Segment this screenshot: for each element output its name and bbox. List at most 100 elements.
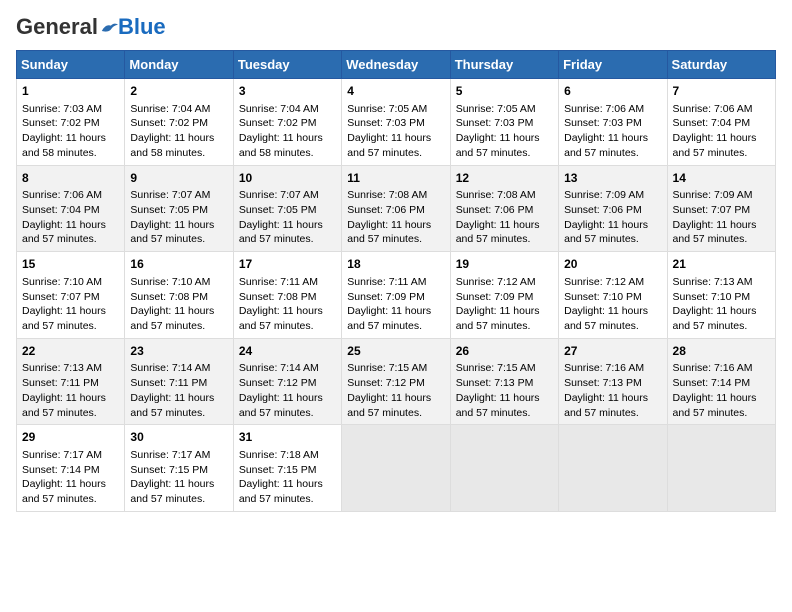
calendar-cell: 30 Sunrise: 7:17 AMSunset: 7:15 PMDayligh… <box>125 425 233 512</box>
cell-info: Sunrise: 7:16 AMSunset: 7:14 PMDaylight:… <box>673 362 757 418</box>
cell-info: Sunrise: 7:17 AMSunset: 7:15 PMDaylight:… <box>130 449 214 505</box>
logo-general: General <box>16 16 98 38</box>
calendar-cell: 16Sunrise: 7:10 AMSunset: 7:08 PMDayligh… <box>125 252 233 339</box>
cell-info: Sunrise: 7:04 AMSunset: 7:02 PMDaylight:… <box>130 103 214 159</box>
calendar-table: SundayMondayTuesdayWednesdayThursdayFrid… <box>16 50 776 512</box>
calendar-cell: 26Sunrise: 7:15 AMSunset: 7:13 PMDayligh… <box>450 338 558 425</box>
cell-info: Sunrise: 7:07 AMSunset: 7:05 PMDaylight:… <box>130 189 214 245</box>
calendar-cell <box>342 425 450 512</box>
day-number: 13 <box>564 170 661 187</box>
cell-info: Sunrise: 7:09 AMSunset: 7:06 PMDaylight:… <box>564 189 648 245</box>
day-number: 1 <box>22 83 119 100</box>
cell-info: Sunrise: 7:15 AMSunset: 7:13 PMDaylight:… <box>456 362 540 418</box>
calendar-cell: 1 Sunrise: 7:03 AMSunset: 7:02 PMDaylight… <box>17 79 125 166</box>
cell-info: Sunrise: 7:05 AMSunset: 7:03 PMDaylight:… <box>456 103 540 159</box>
calendar-cell: 10Sunrise: 7:07 AMSunset: 7:05 PMDayligh… <box>233 165 341 252</box>
calendar-cell: 14 Sunrise: 7:09 AMSunset: 7:07 PMDayligh… <box>667 165 775 252</box>
cell-info: Sunrise: 7:12 AMSunset: 7:10 PMDaylight:… <box>564 276 648 332</box>
cell-info: Sunrise: 7:10 AMSunset: 7:07 PMDaylight:… <box>22 276 106 332</box>
weekday-header-thursday: Thursday <box>450 51 558 79</box>
calendar-cell: 3Sunrise: 7:04 AMSunset: 7:02 PMDaylight… <box>233 79 341 166</box>
cell-info: Sunrise: 7:14 AMSunset: 7:11 PMDaylight:… <box>130 362 214 418</box>
day-number: 21 <box>673 256 770 273</box>
day-number: 23 <box>130 343 227 360</box>
cell-info: Sunrise: 7:03 AMSunset: 7:02 PMDaylight:… <box>22 103 106 159</box>
day-number: 12 <box>456 170 553 187</box>
calendar-cell: 23 Sunrise: 7:14 AMSunset: 7:11 PMDayligh… <box>125 338 233 425</box>
day-number: 5 <box>456 83 553 100</box>
page-header: General Blue <box>16 16 776 38</box>
day-number: 27 <box>564 343 661 360</box>
day-number: 17 <box>239 256 336 273</box>
cell-info: Sunrise: 7:17 AMSunset: 7:14 PMDaylight:… <box>22 449 106 505</box>
calendar-cell: 19 Sunrise: 7:12 AMSunset: 7:09 PMDayligh… <box>450 252 558 339</box>
calendar-cell: 12 Sunrise: 7:08 AMSunset: 7:06 PMDayligh… <box>450 165 558 252</box>
cell-info: Sunrise: 7:15 AMSunset: 7:12 PMDaylight:… <box>347 362 431 418</box>
weekday-header-tuesday: Tuesday <box>233 51 341 79</box>
calendar-cell: 31 Sunrise: 7:18 AMSunset: 7:15 PMDayligh… <box>233 425 341 512</box>
day-number: 19 <box>456 256 553 273</box>
weekday-header-sunday: Sunday <box>17 51 125 79</box>
day-number: 31 <box>239 429 336 446</box>
calendar-cell: 5 Sunrise: 7:05 AMSunset: 7:03 PMDaylight… <box>450 79 558 166</box>
day-number: 6 <box>564 83 661 100</box>
logo-blue: Blue <box>118 16 166 38</box>
week-row-1: 1 Sunrise: 7:03 AMSunset: 7:02 PMDaylight… <box>17 79 776 166</box>
week-row-4: 22Sunrise: 7:13 AMSunset: 7:11 PMDayligh… <box>17 338 776 425</box>
calendar-cell <box>667 425 775 512</box>
week-row-5: 29 Sunrise: 7:17 AMSunset: 7:14 PMDayligh… <box>17 425 776 512</box>
day-number: 18 <box>347 256 444 273</box>
calendar-cell: 27Sunrise: 7:16 AMSunset: 7:13 PMDayligh… <box>559 338 667 425</box>
calendar-cell: 25 Sunrise: 7:15 AMSunset: 7:12 PMDayligh… <box>342 338 450 425</box>
day-number: 30 <box>130 429 227 446</box>
week-row-2: 8 Sunrise: 7:06 AMSunset: 7:04 PMDaylight… <box>17 165 776 252</box>
calendar-cell: 2 Sunrise: 7:04 AMSunset: 7:02 PMDaylight… <box>125 79 233 166</box>
day-number: 15 <box>22 256 119 273</box>
calendar-cell: 9Sunrise: 7:07 AMSunset: 7:05 PMDaylight… <box>125 165 233 252</box>
cell-info: Sunrise: 7:07 AMSunset: 7:05 PMDaylight:… <box>239 189 323 245</box>
cell-info: Sunrise: 7:04 AMSunset: 7:02 PMDaylight:… <box>239 103 323 159</box>
weekday-header-friday: Friday <box>559 51 667 79</box>
cell-info: Sunrise: 7:11 AMSunset: 7:09 PMDaylight:… <box>347 276 431 332</box>
calendar-cell: 21 Sunrise: 7:13 AMSunset: 7:10 PMDayligh… <box>667 252 775 339</box>
cell-info: Sunrise: 7:11 AMSunset: 7:08 PMDaylight:… <box>239 276 323 332</box>
weekday-header-monday: Monday <box>125 51 233 79</box>
calendar-cell: 13 Sunrise: 7:09 AMSunset: 7:06 PMDayligh… <box>559 165 667 252</box>
day-number: 16 <box>130 256 227 273</box>
calendar-cell <box>559 425 667 512</box>
calendar-cell <box>450 425 558 512</box>
day-number: 2 <box>130 83 227 100</box>
calendar-cell: 7Sunrise: 7:06 AMSunset: 7:04 PMDaylight… <box>667 79 775 166</box>
day-number: 25 <box>347 343 444 360</box>
cell-info: Sunrise: 7:08 AMSunset: 7:06 PMDaylight:… <box>456 189 540 245</box>
cell-info: Sunrise: 7:18 AMSunset: 7:15 PMDaylight:… <box>239 449 323 505</box>
weekday-header-row: SundayMondayTuesdayWednesdayThursdayFrid… <box>17 51 776 79</box>
cell-info: Sunrise: 7:06 AMSunset: 7:04 PMDaylight:… <box>673 103 757 159</box>
weekday-header-wednesday: Wednesday <box>342 51 450 79</box>
cell-info: Sunrise: 7:06 AMSunset: 7:03 PMDaylight:… <box>564 103 648 159</box>
day-number: 28 <box>673 343 770 360</box>
calendar-cell: 6 Sunrise: 7:06 AMSunset: 7:03 PMDaylight… <box>559 79 667 166</box>
calendar-cell: 11Sunrise: 7:08 AMSunset: 7:06 PMDayligh… <box>342 165 450 252</box>
day-number: 4 <box>347 83 444 100</box>
bird-icon <box>100 20 118 34</box>
cell-info: Sunrise: 7:08 AMSunset: 7:06 PMDaylight:… <box>347 189 431 245</box>
calendar-cell: 4 Sunrise: 7:05 AMSunset: 7:03 PMDaylight… <box>342 79 450 166</box>
cell-info: Sunrise: 7:06 AMSunset: 7:04 PMDaylight:… <box>22 189 106 245</box>
day-number: 14 <box>673 170 770 187</box>
calendar-cell: 22Sunrise: 7:13 AMSunset: 7:11 PMDayligh… <box>17 338 125 425</box>
day-number: 29 <box>22 429 119 446</box>
calendar-cell: 15 Sunrise: 7:10 AMSunset: 7:07 PMDayligh… <box>17 252 125 339</box>
cell-info: Sunrise: 7:05 AMSunset: 7:03 PMDaylight:… <box>347 103 431 159</box>
calendar-cell: 28 Sunrise: 7:16 AMSunset: 7:14 PMDayligh… <box>667 338 775 425</box>
cell-info: Sunrise: 7:09 AMSunset: 7:07 PMDaylight:… <box>673 189 757 245</box>
day-number: 8 <box>22 170 119 187</box>
day-number: 20 <box>564 256 661 273</box>
cell-info: Sunrise: 7:13 AMSunset: 7:10 PMDaylight:… <box>673 276 757 332</box>
cell-info: Sunrise: 7:12 AMSunset: 7:09 PMDaylight:… <box>456 276 540 332</box>
cell-info: Sunrise: 7:14 AMSunset: 7:12 PMDaylight:… <box>239 362 323 418</box>
logo: General Blue <box>16 16 166 38</box>
calendar-cell: 18 Sunrise: 7:11 AMSunset: 7:09 PMDayligh… <box>342 252 450 339</box>
day-number: 22 <box>22 343 119 360</box>
calendar-cell: 29 Sunrise: 7:17 AMSunset: 7:14 PMDayligh… <box>17 425 125 512</box>
